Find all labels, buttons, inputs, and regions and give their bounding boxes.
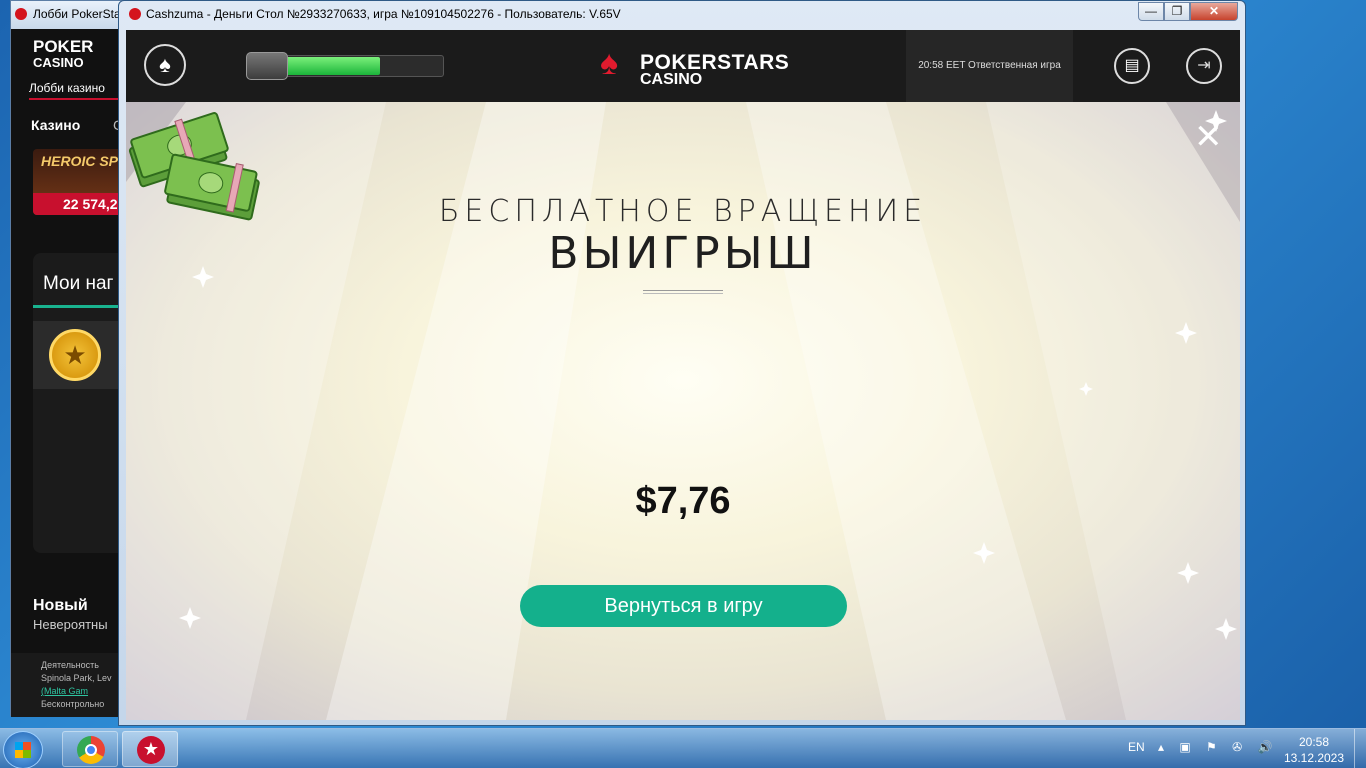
game-window-titlebar[interactable]: Cashzuma - Деньги Стол №2933270633, игра… [129, 7, 621, 21]
show-desktop-button[interactable] [1354, 729, 1366, 768]
treasure-chest-icon[interactable] [246, 52, 288, 80]
return-to-game-button[interactable]: Вернуться в игру [520, 585, 847, 627]
lobby-window-title: Лобби PokerSta [33, 7, 121, 21]
taskbar: ★ EN ▴ ▣ ⚑ ✇ 🔊 20:58 13.12.2023 [0, 728, 1366, 768]
game-tile[interactable]: HEROIC SP 22 574,2 [33, 149, 128, 215]
footer-line: Деятельность [41, 660, 99, 670]
tray-icons[interactable]: ▴ ▣ ⚑ ✇ 🔊 [1158, 740, 1278, 754]
new-subtext: Невероятны [33, 617, 108, 632]
maximize-button[interactable]: ❐ [1164, 2, 1190, 21]
chrome-icon [77, 736, 105, 764]
game-window-title: Cashzuma - Деньги Стол №2933270633, игра… [146, 7, 621, 21]
tab-casino[interactable]: Казино [31, 117, 80, 133]
title-divider [643, 290, 723, 294]
new-heading: Новый [33, 597, 88, 614]
taskbar-clock[interactable]: 20:58 13.12.2023 [1282, 734, 1346, 766]
footer-line: Spinola Park, Lev [41, 673, 112, 683]
logo-text-bottom: CASINO [640, 71, 703, 88]
my-rewards-heading: Мои наг [43, 273, 114, 294]
cash-stack-icon [128, 112, 260, 221]
lobby-subtitle[interactable]: Лобби казино [29, 81, 129, 100]
cashier-icon[interactable]: ▤ [1114, 48, 1150, 84]
language-indicator[interactable]: EN [1128, 740, 1145, 754]
lobby-logo: POKER CASINO [33, 37, 94, 71]
spade-menu-icon[interactable]: ♠ [144, 44, 186, 86]
progress-bar-fill [286, 57, 380, 75]
pokerstars-app-icon [129, 8, 141, 20]
logo-spade-icon: ♠ [600, 44, 619, 82]
clock-date: 13.12.2023 [1283, 751, 1345, 765]
dialog-title: БЕСПЛАТНОЕ ВРАЩЕНИЕ [438, 194, 928, 229]
close-window-button[interactable]: ✕ [1190, 2, 1238, 21]
my-rewards-card: Мои наг ★ [33, 253, 128, 553]
pokerstars-app-icon [15, 8, 27, 20]
taskbar-pokerstars[interactable]: ★ [122, 731, 178, 767]
lobby-logo-line2: CASINO [33, 55, 84, 70]
win-amount: $7,76 [635, 480, 731, 522]
windows-logo-icon [15, 742, 31, 758]
footer-line: Бесконтрольно [41, 699, 105, 709]
close-icon[interactable]: ✕ [1194, 120, 1223, 154]
minimize-button[interactable]: — [1138, 2, 1164, 21]
game-header: ♠ ♠ POKERSTARS CASINO 20:58 EET Ответств… [126, 30, 1240, 102]
win-dialog: ✕ БЕСПЛАТНОЕ ВРАЩЕНИЕ ВЫИГРЫШ $7,76 Верн… [126, 102, 1240, 720]
lobby-footer: Деятельность Spinola Park, Lev (Malta Ga… [11, 653, 126, 717]
lobby-window: Лобби PokerSta POKER CASINO Лобби казино… [10, 0, 129, 717]
pokerstars-icon: ★ [137, 736, 165, 764]
footer-link[interactable]: (Malta Gam [41, 685, 126, 698]
exit-icon[interactable]: ⇥ [1186, 48, 1222, 84]
start-button[interactable] [3, 731, 43, 768]
lobby-logo-line1: POKER [33, 37, 94, 56]
game-tile-title: HEROIC SP [41, 153, 119, 169]
game-tile-jackpot: 22 574,2 [33, 193, 128, 215]
taskbar-chrome[interactable] [62, 731, 118, 767]
lobby-window-titlebar[interactable]: Лобби PokerSta [11, 1, 126, 29]
responsible-gaming-link[interactable]: 20:58 EET Ответственная игра [906, 30, 1073, 102]
star-coin-icon: ★ [49, 329, 101, 381]
clock-time: 20:58 [1298, 735, 1330, 749]
my-rewards-underline [33, 305, 128, 308]
dialog-subtitle: ВЫИГРЫШ [548, 228, 818, 279]
